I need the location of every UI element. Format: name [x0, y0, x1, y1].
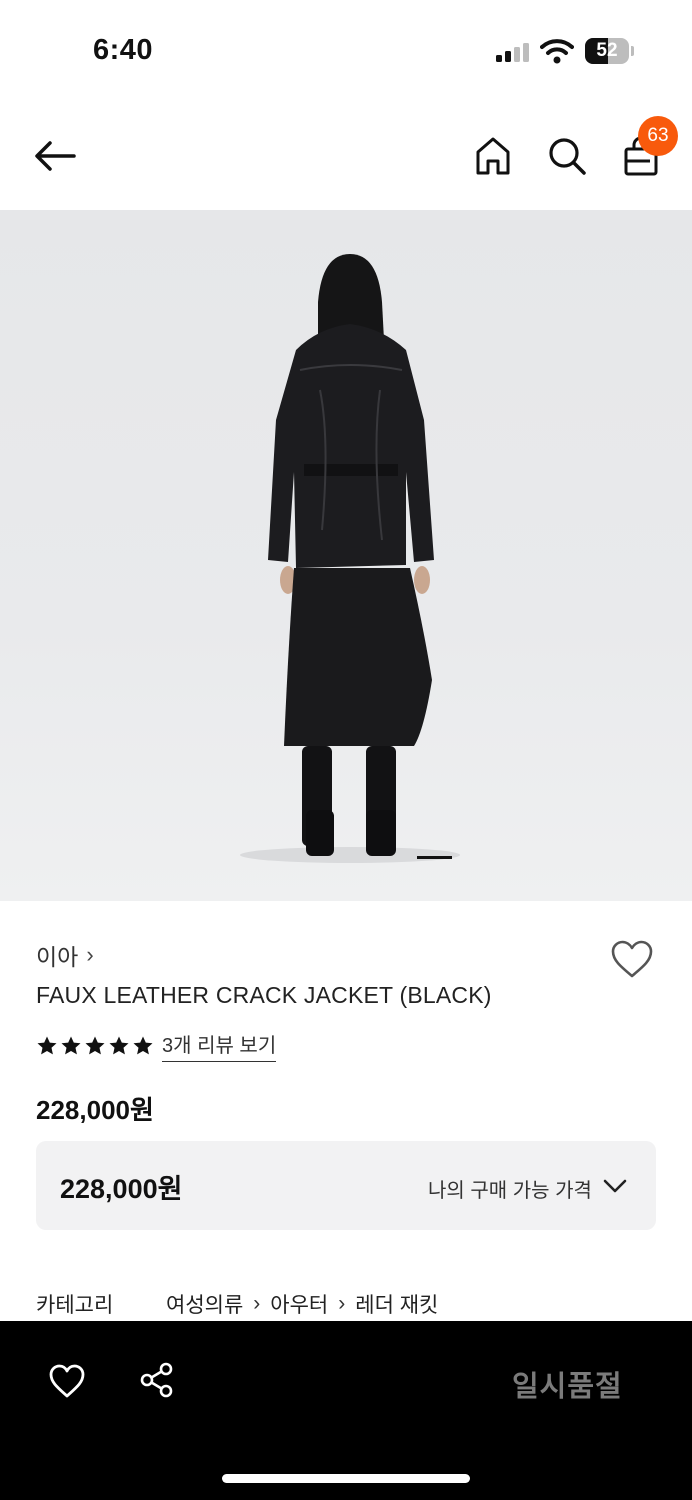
star-icon — [133, 1036, 153, 1054]
review-link[interactable]: 3개 리뷰 보기 — [162, 1029, 277, 1062]
heart-icon[interactable] — [610, 939, 654, 979]
home-icon[interactable] — [472, 134, 514, 178]
star-icon — [37, 1036, 57, 1054]
wifi-icon — [540, 39, 574, 64]
battery-level: 52 — [596, 40, 618, 61]
chevron-right-icon: › — [253, 1292, 261, 1315]
back-arrow-icon[interactable] — [30, 136, 80, 176]
cellular-signal-icon — [496, 43, 529, 62]
product-photo-figure — [240, 254, 460, 863]
rating-stars — [36, 1035, 154, 1057]
my-price-label: 나의 구매 가능 가격 — [428, 1180, 592, 1202]
category-breadcrumb: 여성의류 › 아우터 › 레더 재킷 — [166, 1289, 438, 1319]
image-pagination-indicator — [417, 856, 452, 859]
brand-link[interactable]: 이아 › — [36, 938, 94, 972]
category-link-leather-jacket[interactable]: 레더 재킷 — [355, 1289, 438, 1319]
star-icon — [109, 1036, 129, 1054]
product-name: FAUX LEATHER CRACK JACKET (BLACK) — [36, 982, 492, 1008]
star-icon — [85, 1036, 105, 1054]
heart-icon[interactable] — [48, 1363, 86, 1399]
star-icon — [61, 1036, 81, 1054]
chevron-right-icon: › — [86, 942, 94, 967]
brand-name: 이아 — [36, 944, 79, 970]
cart-count-badge[interactable]: 63 — [638, 116, 678, 156]
soldout-button[interactable]: 일시품절 — [512, 1363, 623, 1405]
top-navigation — [0, 100, 692, 210]
chevron-right-icon: › — [338, 1292, 346, 1315]
chevron-down-icon — [603, 1179, 627, 1193]
product-image[interactable] — [0, 210, 692, 901]
product-price: 228,000원 — [36, 1095, 154, 1125]
category-link-women[interactable]: 여성의류 — [166, 1289, 243, 1319]
share-icon[interactable] — [138, 1361, 176, 1399]
search-icon[interactable] — [546, 134, 588, 178]
category-label: 카테고리 — [36, 1294, 114, 1317]
bottom-action-bar: 일시품절 — [0, 1321, 692, 1500]
status-bar: 6:40 52 — [0, 0, 692, 100]
battery-icon: 52 — [585, 38, 634, 64]
my-price-dropdown[interactable]: 228,000원 나의 구매 가능 가격 — [36, 1141, 656, 1230]
status-time: 6:40 — [93, 34, 154, 66]
category-link-outer[interactable]: 아우터 — [270, 1289, 328, 1319]
my-price-value: 228,000원 — [60, 1174, 183, 1204]
rating-row: 3개 리뷰 보기 — [36, 1029, 277, 1062]
home-indicator — [222, 1474, 470, 1483]
